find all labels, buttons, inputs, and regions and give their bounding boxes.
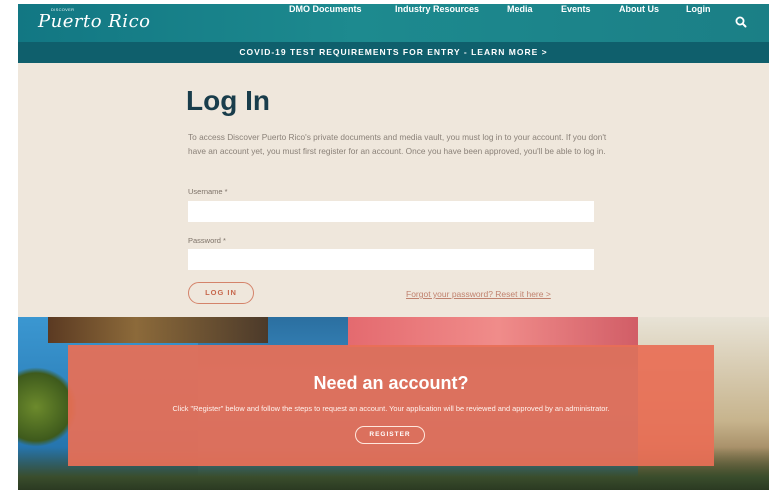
covid-banner-link[interactable]: COVID-19 TEST REQUIREMENTS FOR ENTRY - L… <box>18 42 769 63</box>
password-label: Password * <box>188 236 226 245</box>
nav-item-events[interactable]: Events <box>561 4 591 14</box>
nav-item-login[interactable]: Login <box>686 4 711 14</box>
top-navigation-bar: DISCOVER Puerto Rico DMO Documents Indus… <box>18 4 769 42</box>
password-field[interactable] <box>188 249 594 270</box>
search-icon[interactable] <box>734 15 748 29</box>
hero-photo-facade <box>348 317 648 347</box>
register-title: Need an account? <box>313 373 469 393</box>
nav-item-dmo-documents[interactable]: DMO Documents <box>289 4 362 14</box>
username-field[interactable] <box>188 201 594 222</box>
login-section: Log In To access Discover Puerto Rico's … <box>18 63 769 317</box>
register-hero: Need an account? Click "Register" below … <box>18 317 769 490</box>
nav-item-media[interactable]: Media <box>507 4 533 14</box>
username-label: Username * <box>188 187 228 196</box>
register-panel: Need an account? Click "Register" below … <box>68 345 714 466</box>
nav-item-industry-resources[interactable]: Industry Resources <box>395 4 479 14</box>
nav-item-about-us[interactable]: About Us <box>619 4 659 14</box>
login-intro-text: To access Discover Puerto Rico's private… <box>188 132 607 156</box>
page-title: Log In <box>186 85 270 116</box>
register-description: Click "Register" below and follow the st… <box>172 404 610 413</box>
register-button[interactable]: REGISTER <box>355 426 425 444</box>
logo-text[interactable]: Puerto Rico <box>38 11 150 32</box>
login-button[interactable]: LOG IN <box>188 282 254 304</box>
hero-photo-balcony <box>48 317 268 343</box>
forgot-password-link[interactable]: Forgot your password? Reset it here > <box>406 289 551 299</box>
